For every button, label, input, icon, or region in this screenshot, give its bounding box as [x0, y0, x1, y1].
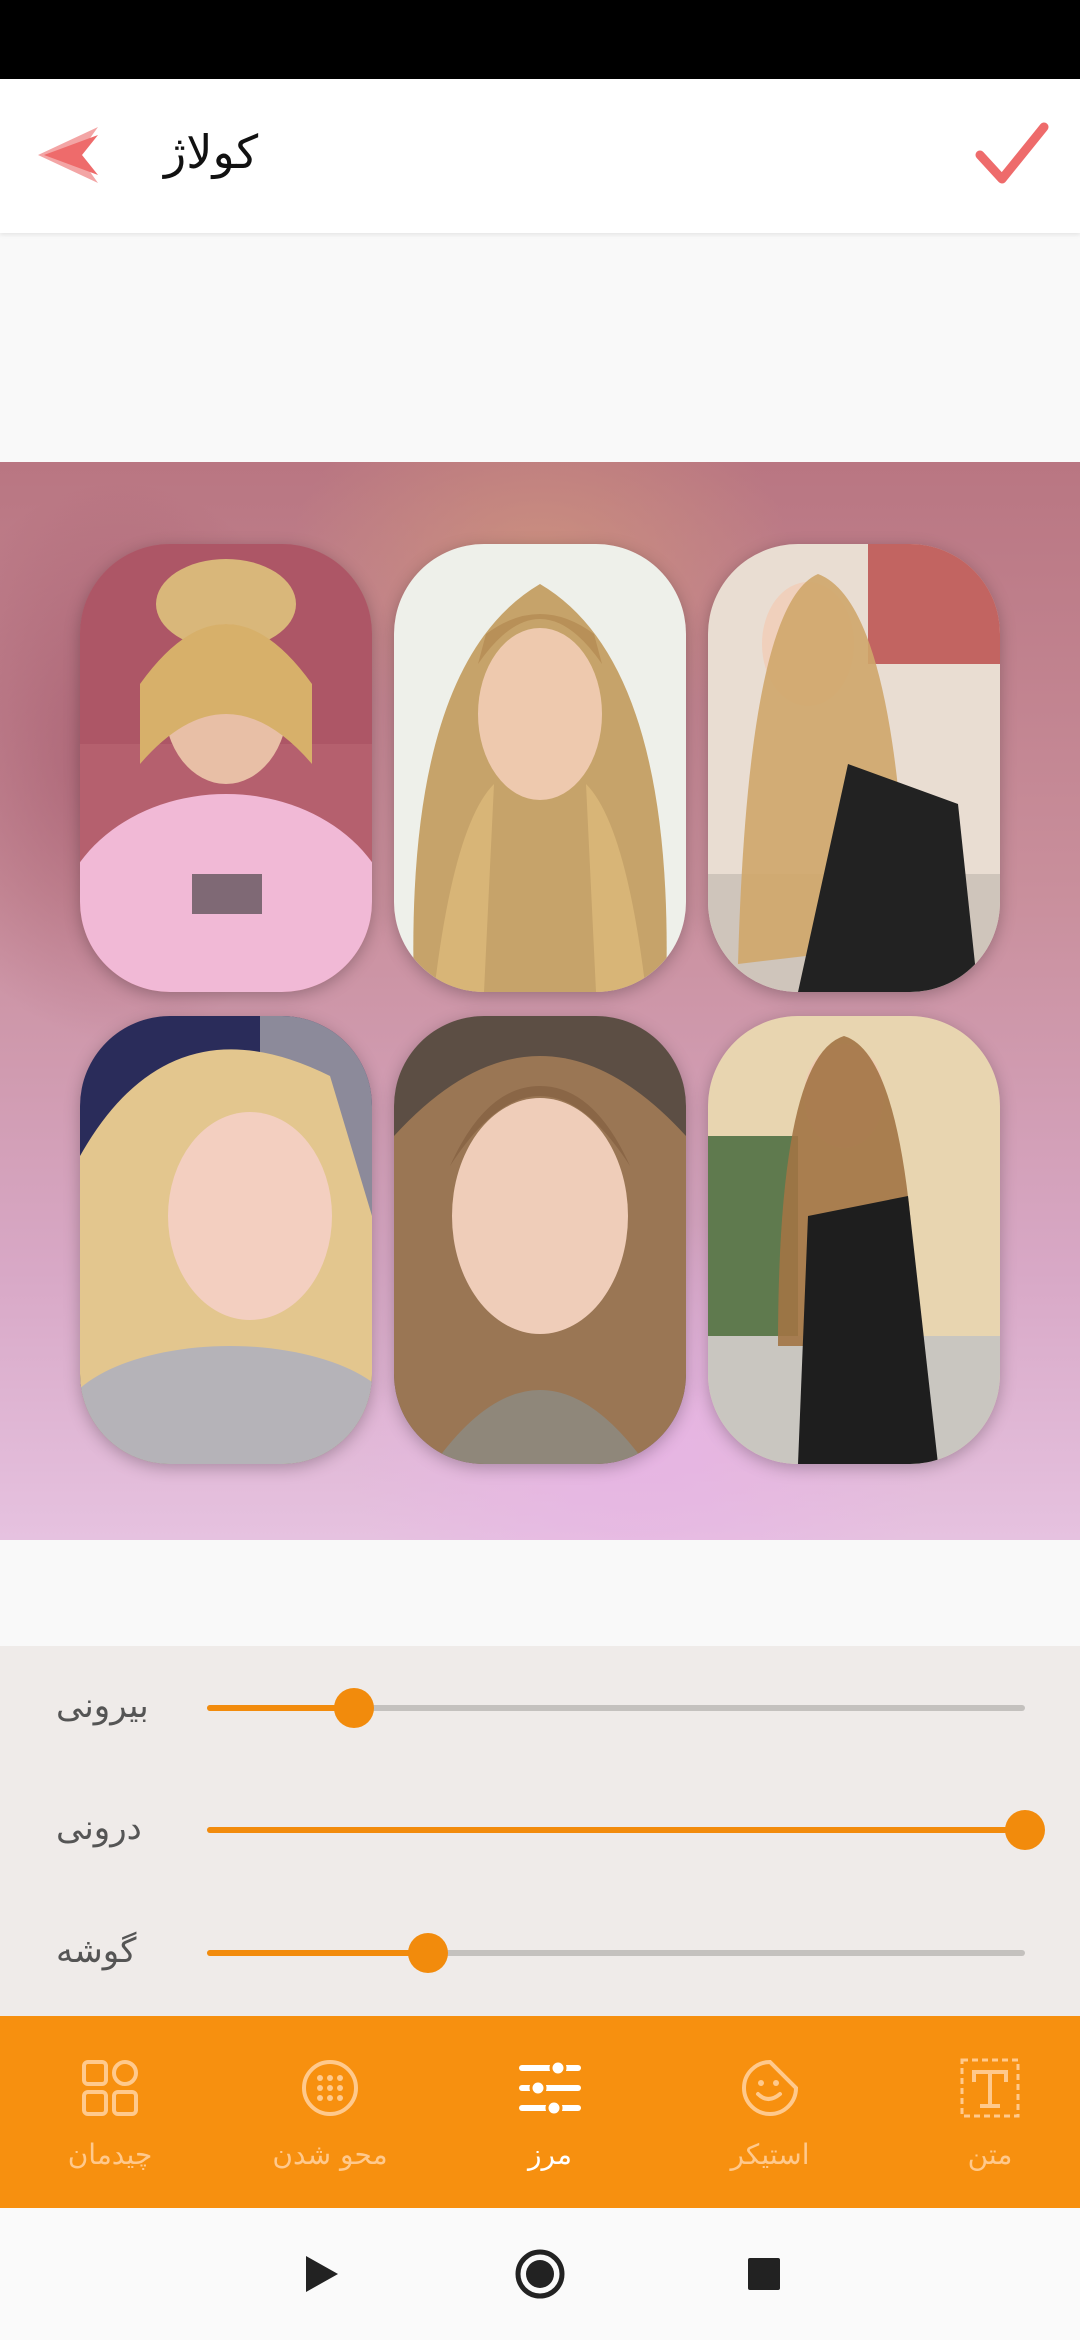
- collage-canvas[interactable]: [0, 462, 1080, 1540]
- nav-item-sticker[interactable]: استیکر: [662, 2016, 878, 2208]
- nav-label-sticker: استیکر: [730, 2138, 810, 2171]
- double-chevron-left-icon: [38, 127, 98, 183]
- collage-photo-4[interactable]: [80, 1016, 372, 1464]
- nav-item-border[interactable]: مرز: [442, 2016, 658, 2208]
- bottom-toolbar: چیدمان محو شدن مرز استیکر متن: [0, 2016, 1080, 2208]
- nav-label-border: مرز: [528, 2138, 572, 2171]
- system-navigation-bar: [0, 2208, 1080, 2340]
- blur-icon: [302, 2060, 358, 2116]
- slider-label-outer: بیرونی: [56, 1686, 149, 1726]
- slider-fill-outer: [207, 1705, 355, 1711]
- square-recents-icon[interactable]: [732, 2242, 796, 2306]
- status-bar: [0, 0, 1080, 79]
- nav-item-text[interactable]: متن: [882, 2016, 1080, 2208]
- slider-inner: درونی: [0, 1800, 1080, 1860]
- confirm-button[interactable]: [968, 111, 1054, 197]
- sliders-icon: [519, 2059, 581, 2117]
- slider-thumb-corner[interactable]: [407, 1933, 448, 1973]
- slider-corner: گوشه: [0, 1923, 1080, 1983]
- check-icon: [975, 122, 1049, 184]
- slider-label-inner: درونی: [56, 1808, 142, 1848]
- collage-photo-2[interactable]: [394, 544, 686, 992]
- slider-fill-corner: [207, 1950, 428, 1956]
- nav-label-layout: چیدمان: [67, 2138, 153, 2171]
- text-icon: [960, 2058, 1020, 2118]
- collage-photo-1[interactable]: [80, 544, 372, 992]
- nav-label-text: متن: [967, 2138, 1013, 2171]
- slider-thumb-outer[interactable]: [334, 1688, 375, 1728]
- collage-photo-6[interactable]: [708, 1016, 1000, 1464]
- slider-label-corner: گوشه: [56, 1931, 137, 1971]
- nav-item-layout[interactable]: چیدمان: [2, 2016, 218, 2208]
- app-bar: کولاژ: [0, 79, 1080, 233]
- layout-grid-icon: [82, 2060, 138, 2116]
- slider-track-corner[interactable]: [207, 1933, 1025, 1973]
- slider-track-outer[interactable]: [207, 1688, 1025, 1728]
- slider-thumb-inner[interactable]: [1005, 1810, 1045, 1850]
- back-button[interactable]: [30, 115, 110, 195]
- play-triangle-icon[interactable]: [288, 2242, 352, 2306]
- border-controls-panel: بیرونی درونی گوشه: [0, 1646, 1080, 2016]
- nav-label-blur: محو شدن: [272, 2138, 388, 2171]
- circle-home-icon[interactable]: [508, 2242, 572, 2306]
- slider-outer: بیرونی: [0, 1678, 1080, 1738]
- page-title: کولاژ: [164, 125, 259, 179]
- slider-fill-inner: [207, 1827, 1025, 1833]
- collage-photo-3[interactable]: [708, 544, 1000, 992]
- collage-photo-5[interactable]: [394, 1016, 686, 1464]
- sticker-smiley-icon: [742, 2059, 799, 2116]
- slider-track-inner[interactable]: [207, 1810, 1045, 1850]
- nav-item-blur[interactable]: محو شدن: [222, 2016, 438, 2208]
